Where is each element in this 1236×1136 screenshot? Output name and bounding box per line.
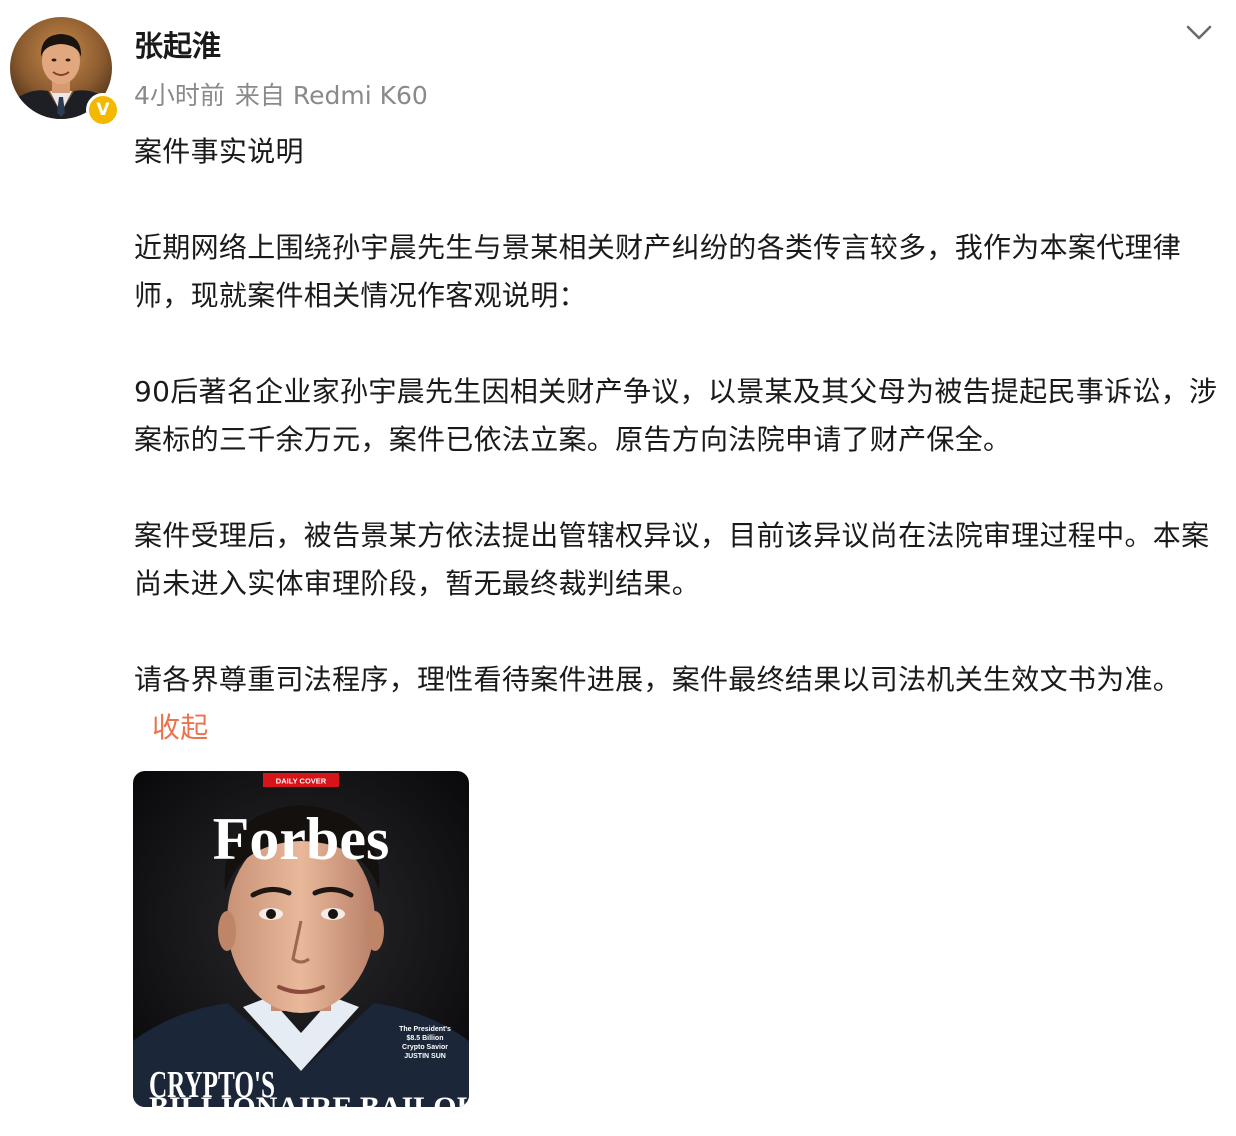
forbes-cover-image: DAILY COVER Forbes The President's $8.5 … (133, 771, 469, 1107)
post-paragraph: 90后著名企业家孙宇晨先生因相关财产争议，以景某及其父母为被告提起民事诉讼，涉案… (134, 375, 1218, 456)
cover-masthead: Forbes (213, 806, 390, 872)
cover-badge: DAILY COVER (276, 777, 327, 786)
post-time: 4小时前 (134, 81, 225, 110)
avatar[interactable]: V (10, 17, 120, 127)
post-paragraph: 案件事实说明 (134, 135, 304, 168)
post-content: 案件事实说明 近期网络上围绕孙宇晨先生与景某相关财产纠纷的各类传言较多，我作为本… (134, 128, 1224, 752)
post-meta: 4小时前 来自 Redmi K60 (134, 78, 428, 114)
post-paragraph: 近期网络上围绕孙宇晨先生与景某相关财产纠纷的各类传言较多，我作为本案代理律师，现… (134, 231, 1182, 312)
post-image[interactable]: DAILY COVER Forbes The President's $8.5 … (133, 771, 469, 1107)
collapse-link[interactable]: 收起 (152, 711, 209, 744)
post-paragraph-last: 请各界尊重司法程序，理性看待案件进展，案件最终结果以司法机关生效文书为准。收起 (134, 656, 1224, 752)
cover-caption-line: Crypto Savior (402, 1044, 448, 1051)
post-source: 来自 Redmi K60 (234, 81, 428, 110)
post-paragraph: 案件受理后，被告景某方依法提出管辖权异议，目前该异议尚在法院审理过程中。本案尚未… (134, 519, 1210, 600)
post-paragraph-text: 请各界尊重司法程序，理性看待案件进展，案件最终结果以司法机关生效文书为准。 (134, 663, 1182, 696)
verified-badge-icon: V (86, 93, 120, 127)
cover-caption-line: $8.5 Billion (407, 1035, 444, 1042)
cover-caption-line: JUSTIN SUN (404, 1053, 446, 1060)
cover-caption-line: The President's (399, 1026, 451, 1033)
chevron-down-icon[interactable] (1184, 20, 1214, 44)
weibo-post: V 张起淮 4小时前 来自 Redmi K60 案件事实说明 近期网络上围绕孙宇晨… (0, 0, 1236, 1136)
cover-subheadline: BILLIONAIRE BAILOUT (149, 1091, 469, 1107)
author-name[interactable]: 张起淮 (134, 26, 221, 66)
